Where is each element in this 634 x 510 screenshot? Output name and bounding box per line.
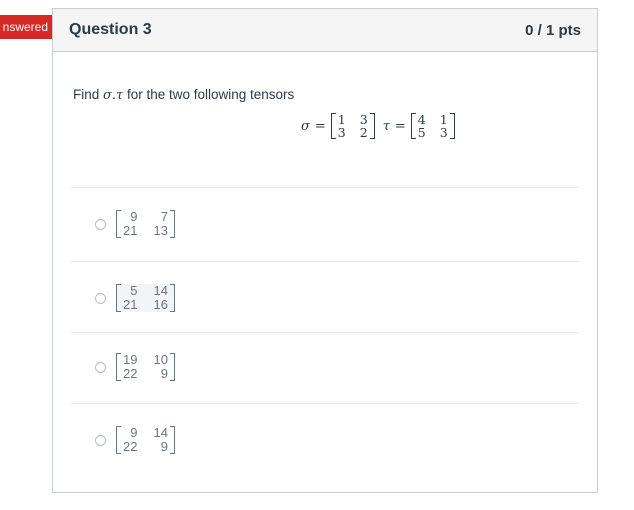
matrix-cell: 9 xyxy=(130,425,138,440)
answer-option-2[interactable]: 5 14 21 16 xyxy=(95,284,179,312)
matrix-right-bracket xyxy=(169,210,175,238)
tau-symbol: τ xyxy=(382,118,390,134)
matrix-cell: 3 xyxy=(337,125,346,140)
sigma-matrix: 1 3 3 2 xyxy=(330,113,375,140)
sigma-equals: = xyxy=(314,118,326,134)
divider xyxy=(71,332,579,333)
question-title: Question 3 xyxy=(69,21,152,38)
question-card: Question 3 0 / 1 pts Find σ.τ for the tw… xyxy=(52,8,598,493)
matrix-right-bracket xyxy=(449,113,455,139)
matrix-cell: 21 xyxy=(123,297,138,312)
tau-equals: = xyxy=(394,118,406,134)
matrix-cell: 10 xyxy=(153,352,168,367)
radio-button[interactable] xyxy=(95,218,106,230)
radio-button[interactable] xyxy=(95,434,106,446)
tau-matrix: 4 1 5 3 xyxy=(410,113,455,140)
divider xyxy=(71,187,579,188)
matrix-cell: 19 xyxy=(123,352,138,367)
matrix-cell: 14 xyxy=(153,283,168,298)
matrix-cell: 22 xyxy=(123,439,138,454)
matrix-cell: 9 xyxy=(160,366,168,381)
matrix-right-bracket xyxy=(169,353,175,381)
answer-matrix: 9 7 21 13 xyxy=(116,210,175,238)
matrix-cell: 22 xyxy=(123,366,138,381)
matrix-cell: 2 xyxy=(359,125,368,140)
matrix-cell: 16 xyxy=(153,297,168,312)
matrix-cell: 9 xyxy=(130,209,138,224)
prompt-symbol: σ.τ xyxy=(103,88,124,103)
question-prompt: Find σ.τ for the two following tensors xyxy=(73,87,294,103)
matrix-cell: 13 xyxy=(153,223,168,238)
answer-matrix: 19 10 22 9 xyxy=(116,353,175,381)
matrix-cell: 5 xyxy=(130,283,138,298)
answer-matrix: 9 14 22 9 xyxy=(116,426,175,454)
question-header: Question 3 0 / 1 pts xyxy=(53,9,597,52)
matrix-right-bracket xyxy=(169,426,175,454)
prompt-suffix: for the two following tensors xyxy=(123,87,295,102)
matrix-cell: 5 xyxy=(417,125,426,140)
badge-label: nswered xyxy=(2,20,48,34)
answer-option-1[interactable]: 9 7 21 13 xyxy=(95,210,179,238)
divider xyxy=(71,403,579,404)
divider xyxy=(71,261,579,262)
question-points: 0 / 1 pts xyxy=(525,21,581,39)
answer-option-3[interactable]: 19 10 22 9 xyxy=(95,353,179,381)
answer-matrix: 5 14 21 16 xyxy=(116,284,175,312)
matrix-right-bracket xyxy=(369,113,375,139)
matrix-cell: 3 xyxy=(439,125,448,140)
sigma-symbol: σ xyxy=(301,118,310,134)
matrix-right-bracket xyxy=(169,284,175,312)
radio-button[interactable] xyxy=(95,292,106,304)
prompt-prefix: Find xyxy=(73,87,104,102)
matrix-cell: 9 xyxy=(160,439,168,454)
answer-option-4[interactable]: 9 14 22 9 xyxy=(95,426,179,454)
matrix-cell: 14 xyxy=(153,425,168,440)
matrix-cell: 7 xyxy=(160,209,168,224)
radio-button[interactable] xyxy=(95,361,106,373)
tensor-definitions: σ = 1 3 3 2 τ = 4 1 5 3 xyxy=(301,113,459,139)
matrix-cell: 21 xyxy=(123,223,138,238)
